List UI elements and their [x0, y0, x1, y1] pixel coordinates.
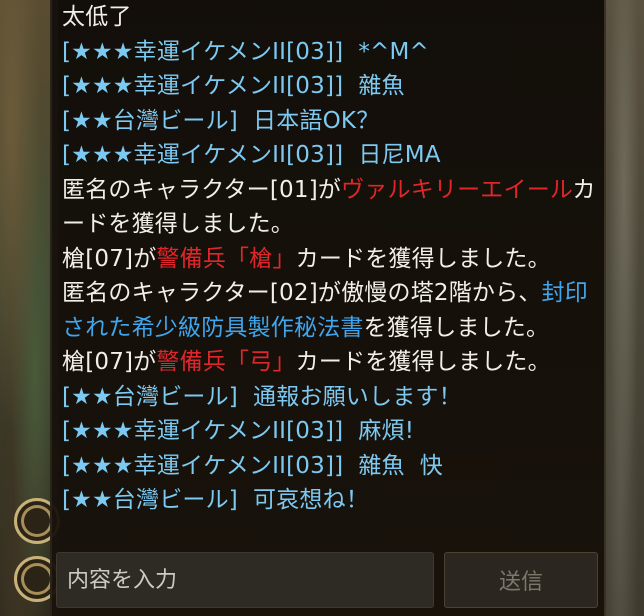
chat-message-list: 太低了 [★★★幸運イケメンII[03]] *^M^ [★★★幸運イケメンII[03…: [62, 0, 602, 518]
chat-message: [★★★幸運イケメンII[03]] 雜魚 快: [62, 449, 602, 484]
chat-message-segment: 槍[07]が: [62, 245, 157, 272]
send-button[interactable]: 送信: [444, 552, 598, 608]
chat-message: 匿名のキャラクター[01]がヴァルキリーエイールカードを獲得しました。: [62, 173, 602, 242]
chat-message: [★★台灣ビール] 可哀想ね！: [62, 483, 602, 518]
chat-message-segment: 匿名のキャラクター[01]が: [62, 176, 342, 203]
chat-message: 槍[07]が警備兵「槍」カードを獲得しました。: [62, 242, 602, 277]
chat-message-segment: 匿名のキャラクター[02]が傲慢の塔2階から、: [62, 280, 542, 306]
chat-message: [★★★幸運イケメンII[03]] *^M^: [62, 35, 602, 70]
chat-message: [★★★幸運イケメンII[03]] 日尼MA: [62, 138, 602, 173]
chat-message-segment: [★★★幸運イケメンII[03]] 麻煩!: [62, 418, 415, 444]
chat-message: 太低了: [62, 0, 602, 35]
chat-message-segment: [★★★幸運イケメンII[03]] 雜魚: [62, 73, 405, 99]
chat-message-segment: [★★★幸運イケメンII[03]] 日尼MA: [62, 142, 441, 168]
game-world-background-right: [604, 0, 644, 616]
chat-message-segment: [★★台灣ビール] 可哀想ね！: [62, 487, 370, 513]
chat-input-box[interactable]: [56, 552, 434, 608]
chat-message-segment: 警備兵「槍」: [156, 245, 296, 272]
chat-message-segment: 槍[07]が: [62, 349, 157, 375]
game-screen: 太低了 [★★★幸運イケメンII[03]] *^M^ [★★★幸運イケメンII[03…: [0, 0, 644, 616]
chat-message-segment: カードを獲得しました。: [295, 349, 551, 375]
chat-message-segment: [★★台灣ビール] 通報お願いします！: [62, 383, 462, 410]
chat-message-segment: 太低了: [62, 4, 132, 30]
chat-message-segment: カードを獲得しました。: [295, 245, 551, 272]
chat-input[interactable]: [57, 553, 433, 607]
chat-message-segment: 警備兵「弓」: [156, 349, 296, 375]
chat-message: [★★★幸運イケメンII[03]] 雜魚: [62, 69, 602, 104]
chat-message-segment: [★★★幸運イケメンII[03]] *^M^: [62, 38, 430, 65]
chat-message-segment: [★★★幸運イケメンII[03]] 雜魚 快: [62, 452, 443, 479]
chat-message: 槍[07]が警備兵「弓」カードを獲得しました。: [62, 345, 602, 380]
chat-message: 匿名のキャラクター[02]が傲慢の塔2階から、封印された希少級防具製作秘法書を獲…: [62, 276, 602, 345]
chat-message-segment: [★★台灣ビール] 日本語OK？: [62, 107, 380, 134]
chat-message-segment: を獲得しました。: [363, 314, 550, 341]
chat-message: [★★台灣ビール] 通報お願いします！: [62, 380, 602, 415]
chat-message: [★★台灣ビール] 日本語OK？: [62, 104, 602, 139]
chat-message-segment: ヴァルキリーエイール: [341, 176, 573, 203]
chat-panel: 太低了 [★★★幸運イケメンII[03]] *^M^ [★★★幸運イケメンII[03…: [50, 0, 606, 616]
chat-message: [★★★幸運イケメンII[03]] 麻煩!: [62, 414, 602, 449]
